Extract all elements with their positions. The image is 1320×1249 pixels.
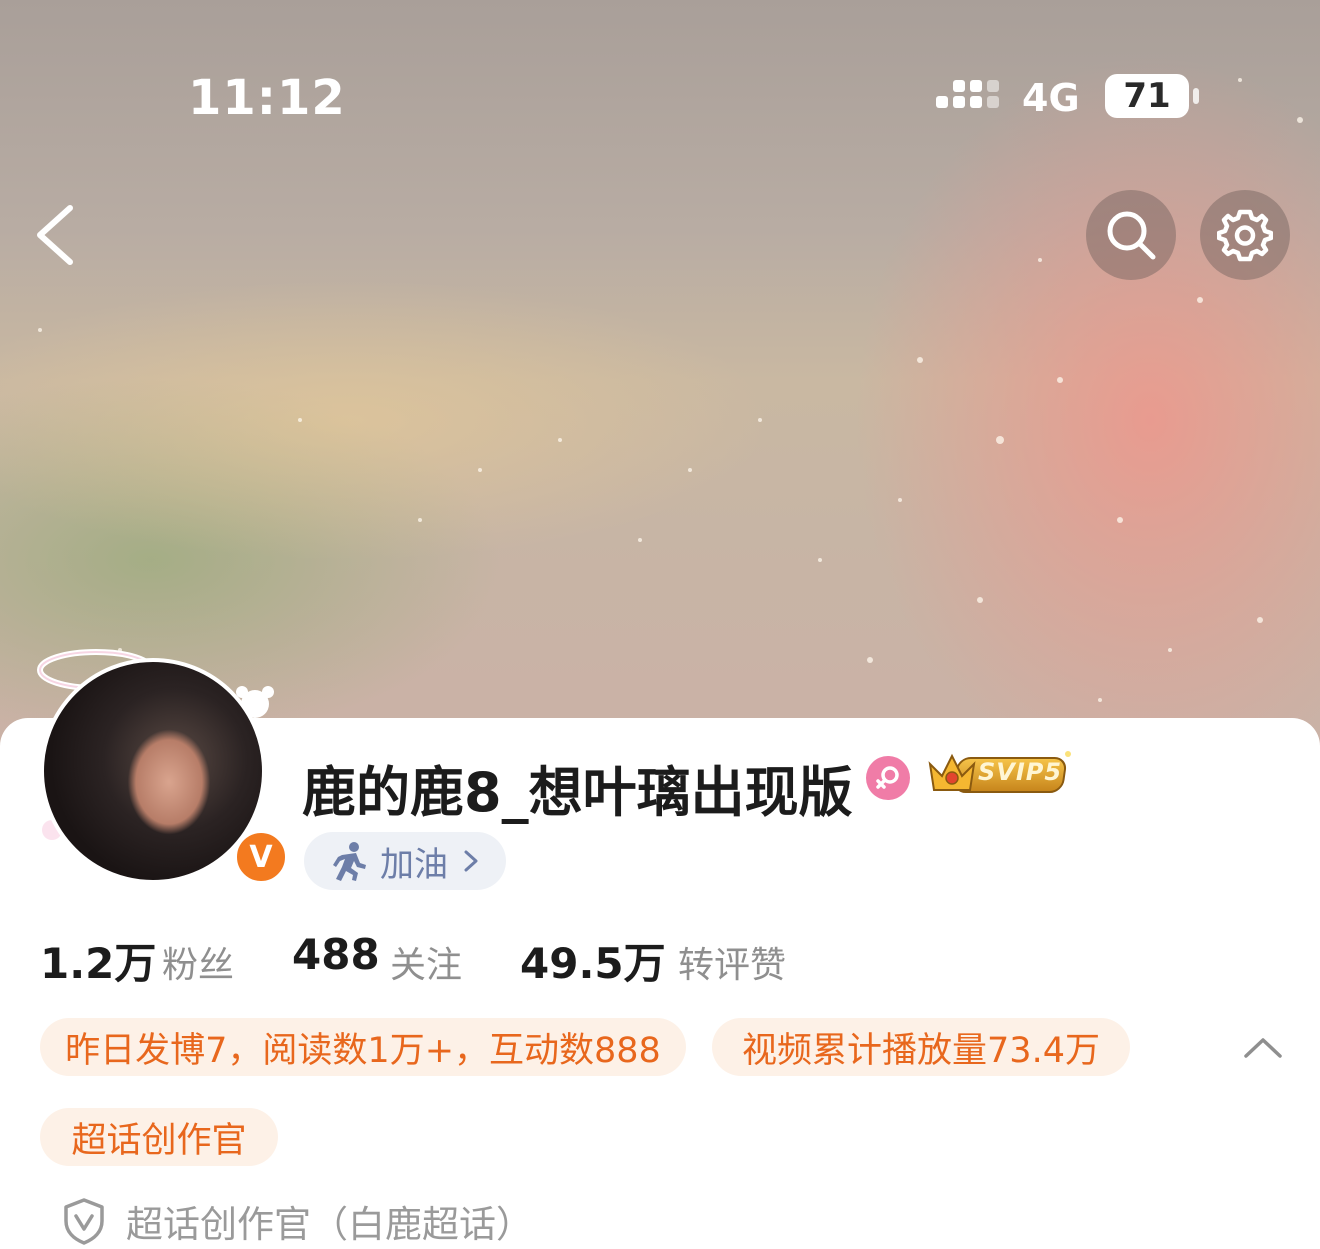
battery-level: 71 bbox=[1105, 74, 1189, 118]
cellular-signal-icon bbox=[936, 80, 999, 108]
network-type: 4G bbox=[1022, 76, 1080, 120]
chevron-left-icon bbox=[37, 205, 73, 265]
video-plays-tag[interactable]: 视频累计播放量73.4万 bbox=[712, 1018, 1130, 1076]
followers-label[interactable]: 粉丝 bbox=[162, 936, 234, 988]
search-icon bbox=[1107, 211, 1156, 260]
supertopic-role[interactable]: 超话创作官（白鹿超话） bbox=[62, 1196, 533, 1246]
followers-count[interactable]: 1.2万 bbox=[40, 930, 156, 991]
following-count[interactable]: 488 bbox=[292, 930, 380, 979]
activity-tag[interactable]: 昨日发博7，阅读数1万+，互动数888 bbox=[40, 1018, 686, 1076]
back-button[interactable] bbox=[30, 200, 90, 270]
chevron-up-icon[interactable] bbox=[1240, 1032, 1286, 1062]
shield-v-icon bbox=[64, 1198, 104, 1245]
settings-button[interactable] bbox=[1200, 190, 1290, 280]
female-symbol bbox=[876, 766, 899, 789]
svip-badge[interactable]: SVIP5 bbox=[926, 748, 1072, 800]
interactions-count[interactable]: 49.5万 bbox=[520, 930, 666, 991]
cheer-button[interactable]: 加油 bbox=[304, 832, 506, 890]
avatar-frame[interactable]: V bbox=[30, 636, 290, 896]
battery-tip bbox=[1193, 88, 1199, 104]
female-icon bbox=[866, 756, 910, 800]
verified-badge: V bbox=[232, 828, 290, 886]
status-time: 11:12 bbox=[188, 70, 346, 126]
svip-label: SVIP5 bbox=[978, 758, 1063, 786]
following-label[interactable]: 关注 bbox=[390, 936, 462, 988]
search-button[interactable] bbox=[1086, 190, 1176, 280]
running-person-icon bbox=[333, 842, 366, 881]
supertopic-creator-tag[interactable]: 超话创作官 bbox=[40, 1108, 278, 1166]
supertopic-role-text: 超话创作官（白鹿超话） bbox=[126, 1203, 533, 1246]
username: 鹿的鹿8_想叶璃出现版 bbox=[302, 761, 853, 824]
chevron-right-icon bbox=[464, 850, 478, 872]
gear-icon bbox=[1217, 209, 1273, 262]
interactions-label[interactable]: 转评赞 bbox=[678, 936, 786, 988]
cheer-label: 加油 bbox=[380, 844, 448, 885]
